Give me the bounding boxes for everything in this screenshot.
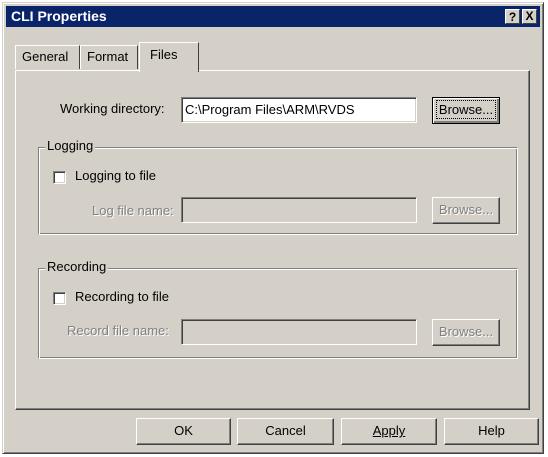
- log-file-name-input[interactable]: [181, 197, 417, 223]
- ok-button[interactable]: OK: [136, 418, 231, 445]
- ok-button-label: OK: [174, 423, 193, 438]
- working-directory-label: Working directory:: [60, 101, 165, 116]
- logging-to-file-label[interactable]: Logging to file: [75, 168, 156, 183]
- apply-button[interactable]: Apply: [341, 418, 437, 445]
- window-title: CLI Properties: [11, 8, 107, 24]
- title-bar[interactable]: CLI Properties ? X: [6, 6, 540, 27]
- help-button[interactable]: Help: [444, 418, 539, 445]
- help-button-label: Help: [478, 423, 505, 438]
- log-file-name-label: Log file name:: [92, 203, 174, 218]
- tab-general-label: General: [22, 49, 69, 64]
- tab-general[interactable]: General: [15, 45, 80, 69]
- cancel-button[interactable]: Cancel: [237, 418, 334, 445]
- recording-to-file-checkbox[interactable]: [53, 292, 66, 305]
- working-directory-browse-button[interactable]: Browse...: [432, 97, 500, 124]
- working-directory-browse-label: Browse...: [435, 100, 497, 119]
- working-directory-input[interactable]: C:\Program Files\ARM\RVDS: [181, 97, 417, 123]
- record-file-name-label: Record file name:: [67, 323, 169, 338]
- record-file-browse-button[interactable]: Browse...: [432, 319, 500, 346]
- logging-group-title: Logging: [45, 138, 96, 153]
- logging-to-file-checkbox[interactable]: [53, 171, 66, 184]
- log-file-browse-label: Browse...: [438, 202, 494, 217]
- cancel-button-label: Cancel: [265, 423, 306, 438]
- record-file-browse-label: Browse...: [438, 324, 494, 339]
- tab-format-label: Format: [87, 49, 129, 64]
- log-file-browse-button[interactable]: Browse...: [432, 197, 500, 224]
- tab-files[interactable]: Files: [139, 42, 199, 72]
- tab-format[interactable]: Format: [80, 45, 138, 69]
- record-file-name-input[interactable]: [181, 319, 417, 345]
- tab-files-label: Files: [150, 47, 178, 62]
- cli-properties-dialog: CLI Properties ? X General Format Files …: [2, 2, 544, 454]
- close-icon[interactable]: X: [522, 9, 537, 24]
- files-tab-panel: Working directory: C:\Program Files\ARM\…: [15, 70, 530, 410]
- recording-to-file-label[interactable]: Recording to file: [75, 289, 169, 304]
- help-icon[interactable]: ?: [505, 9, 520, 24]
- apply-button-label: Apply: [372, 423, 406, 438]
- recording-group-title: Recording: [45, 259, 109, 274]
